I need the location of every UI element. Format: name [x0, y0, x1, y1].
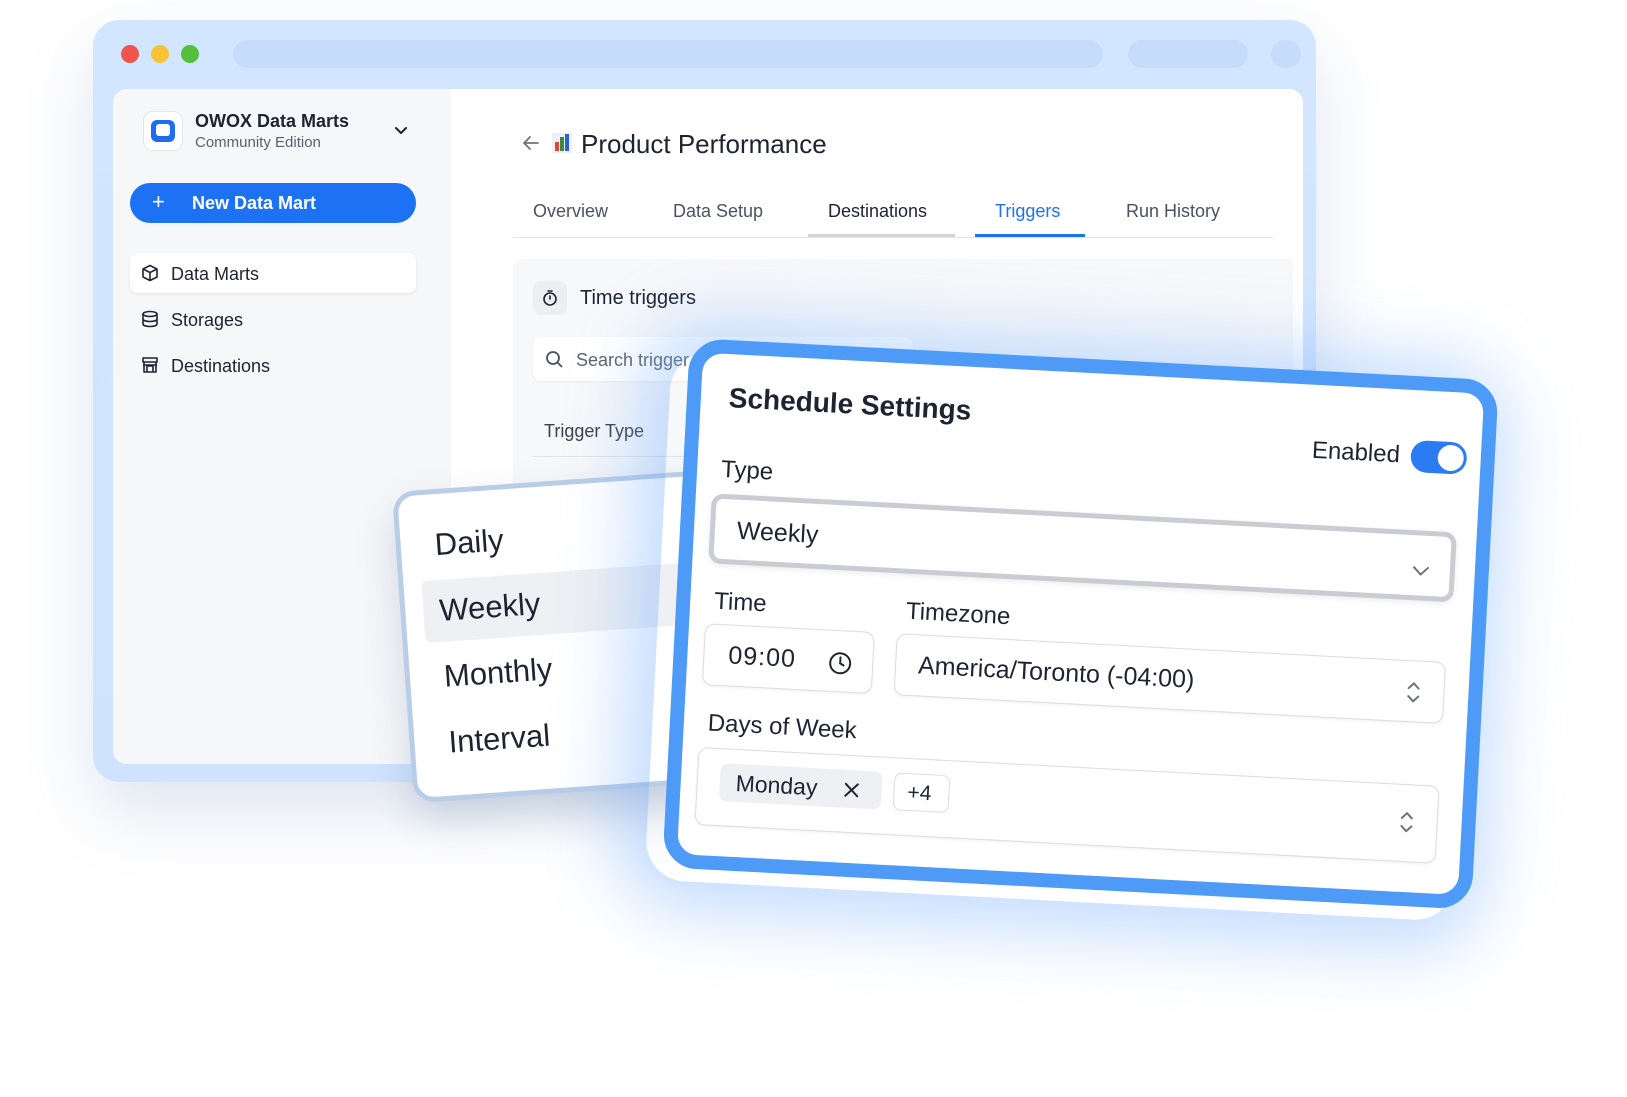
tab-triggers[interactable]: Triggers: [995, 201, 1060, 237]
more-days-badge[interactable]: +4: [892, 772, 951, 814]
timezone-value: America/Toronto (-04:00): [917, 651, 1196, 694]
brand-subtitle: Community Edition: [195, 134, 321, 151]
sidebar-item-label: Data Marts: [171, 264, 260, 284]
new-data-mart-label: New Data Mart: [192, 193, 317, 213]
sidebar-item-label: Destinations: [171, 356, 271, 376]
cube-icon: [142, 264, 158, 282]
tab-data-setup[interactable]: Data Setup: [673, 201, 763, 237]
days-of-week-select[interactable]: Monday +4: [694, 747, 1440, 864]
bar-chart-icon: [552, 133, 572, 153]
enabled-toggle[interactable]: [1409, 439, 1468, 475]
clock-icon[interactable]: [828, 651, 853, 676]
owox-logo-icon: [143, 111, 183, 151]
search-icon: [546, 351, 563, 368]
option-label: Daily: [433, 522, 505, 563]
tab-overview[interactable]: Overview: [533, 201, 608, 237]
type-value: Weekly: [736, 516, 820, 549]
search-placeholder: Search trigger: [576, 350, 690, 370]
day-chip: Monday: [718, 763, 883, 810]
sidebar-item-storages[interactable]: Storages: [130, 299, 416, 339]
type-select[interactable]: Weekly: [708, 493, 1457, 603]
toolbar-pill[interactable]: [1128, 40, 1248, 68]
option-label: Weekly: [438, 585, 542, 628]
day-chip-label: Monday: [735, 770, 819, 801]
page-title: Product Performance: [581, 129, 827, 159]
tab-hover-underline: [808, 234, 955, 237]
option-label: Monthly: [442, 651, 554, 694]
chevron-down-icon[interactable]: [393, 122, 409, 138]
database-icon: [142, 310, 158, 328]
close-window-button[interactable]: [121, 45, 139, 63]
sidebar-item-label: Storages: [171, 310, 244, 330]
toggle-knob: [1437, 444, 1465, 472]
time-input[interactable]: 09:00: [701, 623, 875, 694]
column-header-trigger-type[interactable]: Trigger Type: [544, 421, 644, 442]
option-label: Interval: [447, 717, 552, 760]
chevron-up-down-icon: [1400, 812, 1413, 833]
chevron-up-down-icon: [1407, 682, 1420, 703]
chevron-down-icon: [1412, 566, 1429, 576]
type-label: Type: [720, 455, 774, 486]
store-icon: [142, 357, 158, 373]
toolbar-button[interactable]: [1271, 40, 1301, 68]
section-title: Time triggers: [580, 287, 696, 309]
timezone-label: Timezone: [905, 597, 1012, 631]
new-data-mart-button[interactable]: + New Data Mart: [130, 183, 416, 223]
tab-destinations[interactable]: Destinations: [828, 201, 927, 237]
schedule-settings-card: Schedule Settings Enabled Type Weekly Ti…: [662, 338, 1499, 910]
sidebar: OWOX Data Marts Community Edition + New …: [113, 89, 452, 764]
maximize-window-button[interactable]: [181, 45, 199, 63]
active-tab-underline: [975, 234, 1085, 237]
minimize-window-button[interactable]: [151, 45, 169, 63]
days-of-week-label: Days of Week: [707, 709, 858, 745]
timezone-select[interactable]: America/Toronto (-04:00): [893, 633, 1447, 724]
card-title: Schedule Settings: [728, 382, 973, 426]
time-label: Time: [713, 587, 768, 618]
brand-name[interactable]: OWOX Data Marts: [195, 111, 349, 132]
address-bar[interactable]: [233, 40, 1103, 68]
plus-icon: +: [152, 189, 165, 214]
close-icon[interactable]: [841, 780, 862, 801]
sidebar-item-data-marts[interactable]: Data Marts: [130, 253, 416, 293]
stopwatch-icon: [533, 281, 567, 315]
enabled-label: Enabled: [1311, 436, 1401, 469]
sidebar-item-destinations[interactable]: Destinations: [130, 345, 416, 385]
back-arrow-icon[interactable]: [521, 133, 541, 153]
time-value: 09:00: [727, 641, 797, 673]
more-days-count: +4: [906, 781, 933, 806]
tab-bar: Overview Data Setup Destinations Trigger…: [513, 189, 1273, 238]
tab-run-history[interactable]: Run History: [1126, 201, 1220, 237]
